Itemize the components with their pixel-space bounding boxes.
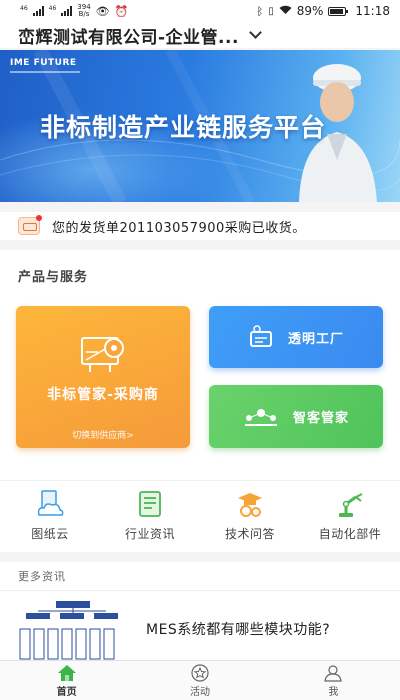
- unread-dot: [36, 215, 42, 221]
- smart-customer-label: 智客管家: [292, 411, 349, 426]
- banner-logo-underline: [10, 71, 80, 73]
- tab-label: 首页: [56, 686, 77, 698]
- notice-text: 您的发货单201103057900采购已收货。: [52, 220, 306, 236]
- tab-label: 我: [328, 686, 339, 698]
- signal-icon: [32, 6, 44, 16]
- app-screen: 46 46 394 B/s 👁 ⏰ ᛒ ▯ 89% 11:18 峦辉测试有限公司…: [0, 0, 400, 700]
- bottom-tab-bar: 首页 活动 我: [0, 660, 400, 700]
- network-type-2: 46: [48, 4, 57, 12]
- clock: 11:18: [355, 4, 390, 18]
- graduation-gear-icon: [238, 493, 262, 517]
- blueprint-icon: [81, 337, 124, 372]
- promo-banner[interactable]: IME FUTURE 非标制造产业链服务平台: [0, 50, 400, 202]
- robot-arm-icon: [339, 493, 363, 517]
- notification-icon: [18, 215, 42, 235]
- network-speed: 394 B/s: [77, 4, 90, 18]
- tab-activity[interactable]: 活动: [133, 661, 266, 700]
- battery-percent: 89%: [296, 4, 324, 18]
- star-icon: [191, 663, 209, 682]
- products-section: 产品与服务 非标管家-采购商 切换到供应商> 透明工厂 智客管家: [0, 250, 400, 480]
- quick-drawing-cloud[interactable]: 图纸云: [0, 481, 100, 552]
- wifi-icon: [279, 5, 292, 18]
- section-title: 产品与服务: [18, 270, 89, 285]
- tab-home[interactable]: 首页: [0, 661, 133, 700]
- customer-network-icon: [244, 408, 277, 426]
- status-right: ᛒ ▯ 89% 11:18: [257, 4, 390, 18]
- quick-industry-news[interactable]: 行业资讯: [100, 481, 200, 552]
- company-name: 峦辉测试有限公司-企业管...: [18, 27, 239, 48]
- quick-label: 行业资讯: [124, 527, 175, 541]
- factory-icon: [249, 325, 272, 347]
- banner-title: 非标制造产业链服务平台: [40, 113, 327, 142]
- quick-links: 图纸云 行业资讯 技术问答 自动化部件: [0, 480, 400, 552]
- tab-me[interactable]: 我: [267, 661, 400, 700]
- bluetooth-icon: ᛒ: [256, 4, 264, 18]
- network-type-1: 46: [20, 4, 28, 12]
- switch-to-supplier-link[interactable]: 切换到供应商>: [16, 428, 190, 441]
- banner-logo: IME FUTURE: [10, 58, 77, 68]
- eye-icon: 👁: [95, 4, 110, 18]
- speed-unit: B/s: [78, 10, 90, 18]
- user-icon: [324, 664, 343, 682]
- purchaser-card[interactable]: 非标管家-采购商 切换到供应商>: [16, 306, 190, 448]
- quick-label: 图纸云: [31, 527, 69, 541]
- purchaser-card-title: 非标管家-采购商: [47, 387, 159, 403]
- tab-label: 活动: [189, 686, 210, 698]
- alarm-icon: ⏰: [114, 4, 129, 18]
- company-selector[interactable]: 峦辉测试有限公司-企业管...: [0, 22, 400, 48]
- chevron-down-icon[interactable]: [249, 25, 262, 39]
- more-news-header: 更多资讯: [0, 562, 400, 590]
- status-left: 46 46 394 B/s 👁 ⏰: [20, 4, 128, 18]
- transparent-factory-label: 透明工厂: [287, 331, 344, 347]
- smart-customer-card[interactable]: 智客管家: [209, 385, 383, 448]
- home-icon: [57, 664, 76, 681]
- cloud-doc-icon: [37, 490, 64, 516]
- quick-automation-parts[interactable]: 自动化部件: [300, 481, 400, 552]
- quick-label: 自动化部件: [318, 527, 382, 541]
- battery-icon: [328, 6, 349, 16]
- news-icon: [139, 491, 161, 517]
- quick-tech-qa[interactable]: 技术问答: [200, 481, 300, 552]
- news-title: MES系统都有哪些模块功能?: [146, 622, 331, 638]
- quick-label: 技术问答: [224, 527, 275, 541]
- signal-icon-2: [61, 6, 73, 16]
- vibrate-icon: ▯: [268, 5, 274, 17]
- delivery-notice[interactable]: 您的发货单201103057900采购已收货。: [0, 212, 400, 240]
- transparent-factory-card[interactable]: 透明工厂: [209, 306, 383, 368]
- status-bar: 46 46 394 B/s 👁 ⏰ ᛒ ▯ 89% 11:18: [0, 0, 400, 22]
